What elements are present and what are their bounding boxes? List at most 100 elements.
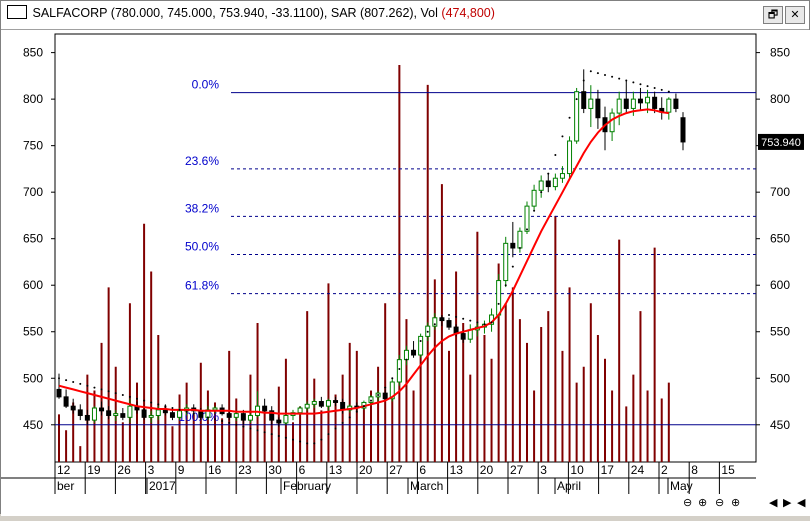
x-tick-label: 13 [329, 463, 343, 477]
candle-body [609, 112, 615, 133]
nav-button[interactable]: ▶ [783, 497, 792, 509]
month-label: March [410, 479, 443, 493]
fib-level-label: 0.0% [192, 78, 220, 92]
candle-body [333, 400, 339, 403]
candle-body [460, 333, 466, 340]
candle-body [538, 180, 544, 191]
candle-body [616, 98, 622, 114]
sar-dot [618, 77, 621, 80]
window-title: SALFACORP (780.000, 745.000, 753.940, -3… [7, 5, 495, 20]
sar-dot [256, 429, 259, 432]
sar-dot [121, 394, 124, 397]
sar-dot [128, 395, 131, 398]
sar-dot [511, 265, 514, 268]
restore-button[interactable]: 🗗 [763, 6, 783, 24]
candle-body [113, 413, 119, 416]
y-tick-label-right: 650 [770, 232, 790, 246]
candle-body [162, 409, 168, 414]
chart-window-icon [7, 5, 27, 19]
x-tick-label: 8 [691, 463, 698, 477]
candle-body [666, 98, 672, 113]
symbol-label: SALFACORP [32, 6, 108, 20]
candle-body [120, 413, 126, 418]
sar-dot [114, 392, 117, 395]
sar-dot [625, 79, 628, 82]
chart-svg[interactable]: 0.0%23.6%38.2%50.0%61.8%100.0% 450450500… [1, 30, 810, 516]
close-button[interactable]: ✕ [785, 6, 805, 24]
sar-dot [292, 438, 294, 441]
y-tick-label-left: 600 [23, 278, 43, 292]
sar-dot [547, 172, 550, 175]
sar-dot [611, 75, 614, 78]
x-tick-label: 6 [419, 463, 426, 477]
x-tick-label: 10 [570, 463, 584, 477]
y-tick-label-right: 700 [770, 185, 790, 199]
x-tick-label: 23 [238, 463, 252, 477]
sar-dot [667, 90, 670, 93]
sar-dot [639, 83, 642, 86]
candle-body [588, 98, 594, 109]
sar-dot [653, 86, 656, 89]
candle-body [503, 242, 509, 282]
candle-body [559, 173, 565, 179]
candle-body [446, 320, 452, 328]
x-tick-label: 24 [631, 463, 645, 477]
sar-dot [313, 442, 316, 445]
candle-body [510, 242, 516, 249]
y-tick-label-left: 550 [23, 325, 43, 339]
candle-body [318, 401, 324, 407]
x-tick-label: 26 [117, 463, 131, 477]
sar-dot [178, 408, 181, 411]
candle-body [630, 98, 636, 109]
nav-button[interactable]: ◀ [769, 497, 778, 509]
nav-button[interactable]: ◀ [797, 497, 806, 509]
candle-body [531, 189, 537, 207]
nav-button[interactable]: ⊖ [715, 497, 724, 509]
nav-button[interactable]: ⊕ [731, 497, 740, 509]
candle-body [325, 400, 331, 407]
candle-body [169, 412, 175, 418]
candle-body [240, 413, 246, 421]
sar-dot [490, 321, 493, 324]
sar-dot [575, 98, 578, 101]
sar-dot [426, 330, 429, 333]
candle-body [84, 414, 90, 421]
sar-dot [526, 228, 528, 231]
y-tick-label-right: 500 [770, 371, 790, 385]
sar-dot [263, 431, 266, 434]
sar-dot [348, 416, 351, 419]
candle-body [91, 407, 97, 421]
stock-chart[interactable]: 0.0%23.6%38.2%50.0%61.8%100.0% 450450500… [1, 30, 810, 516]
sar-dot [206, 416, 209, 419]
sar-dot [497, 302, 500, 305]
sar-dot [377, 394, 380, 397]
sar-dot [277, 434, 280, 437]
candle-body [496, 280, 502, 316]
nav-button[interactable]: ⊕ [698, 497, 707, 509]
fib-level-label: 23.6% [185, 154, 219, 168]
sar-dot [334, 427, 337, 430]
month-label: 2017 [149, 479, 176, 493]
sar-dot [660, 88, 663, 91]
sar-dot [632, 81, 635, 84]
sar-dot [58, 377, 60, 380]
candle-body [233, 413, 239, 418]
sar-dot [93, 386, 96, 389]
candle-body [418, 335, 424, 356]
candle-body [517, 230, 523, 249]
sar-dot [483, 323, 486, 326]
sar-dot [185, 410, 188, 413]
sar-dot [65, 379, 68, 382]
sar-dot [448, 313, 450, 316]
fib-level-label: 61.8% [185, 279, 219, 293]
sar-dot [504, 284, 507, 287]
sar-dot [79, 382, 82, 385]
sar-dot [164, 405, 167, 408]
candle-body [77, 409, 83, 416]
sar-dot [136, 397, 138, 400]
sar-dot [419, 340, 422, 343]
candle-body [283, 414, 289, 424]
nav-button[interactable]: ⊖ [683, 497, 692, 509]
x-tick-label: 19 [87, 463, 101, 477]
fib-level-label: 50.0% [185, 240, 219, 254]
